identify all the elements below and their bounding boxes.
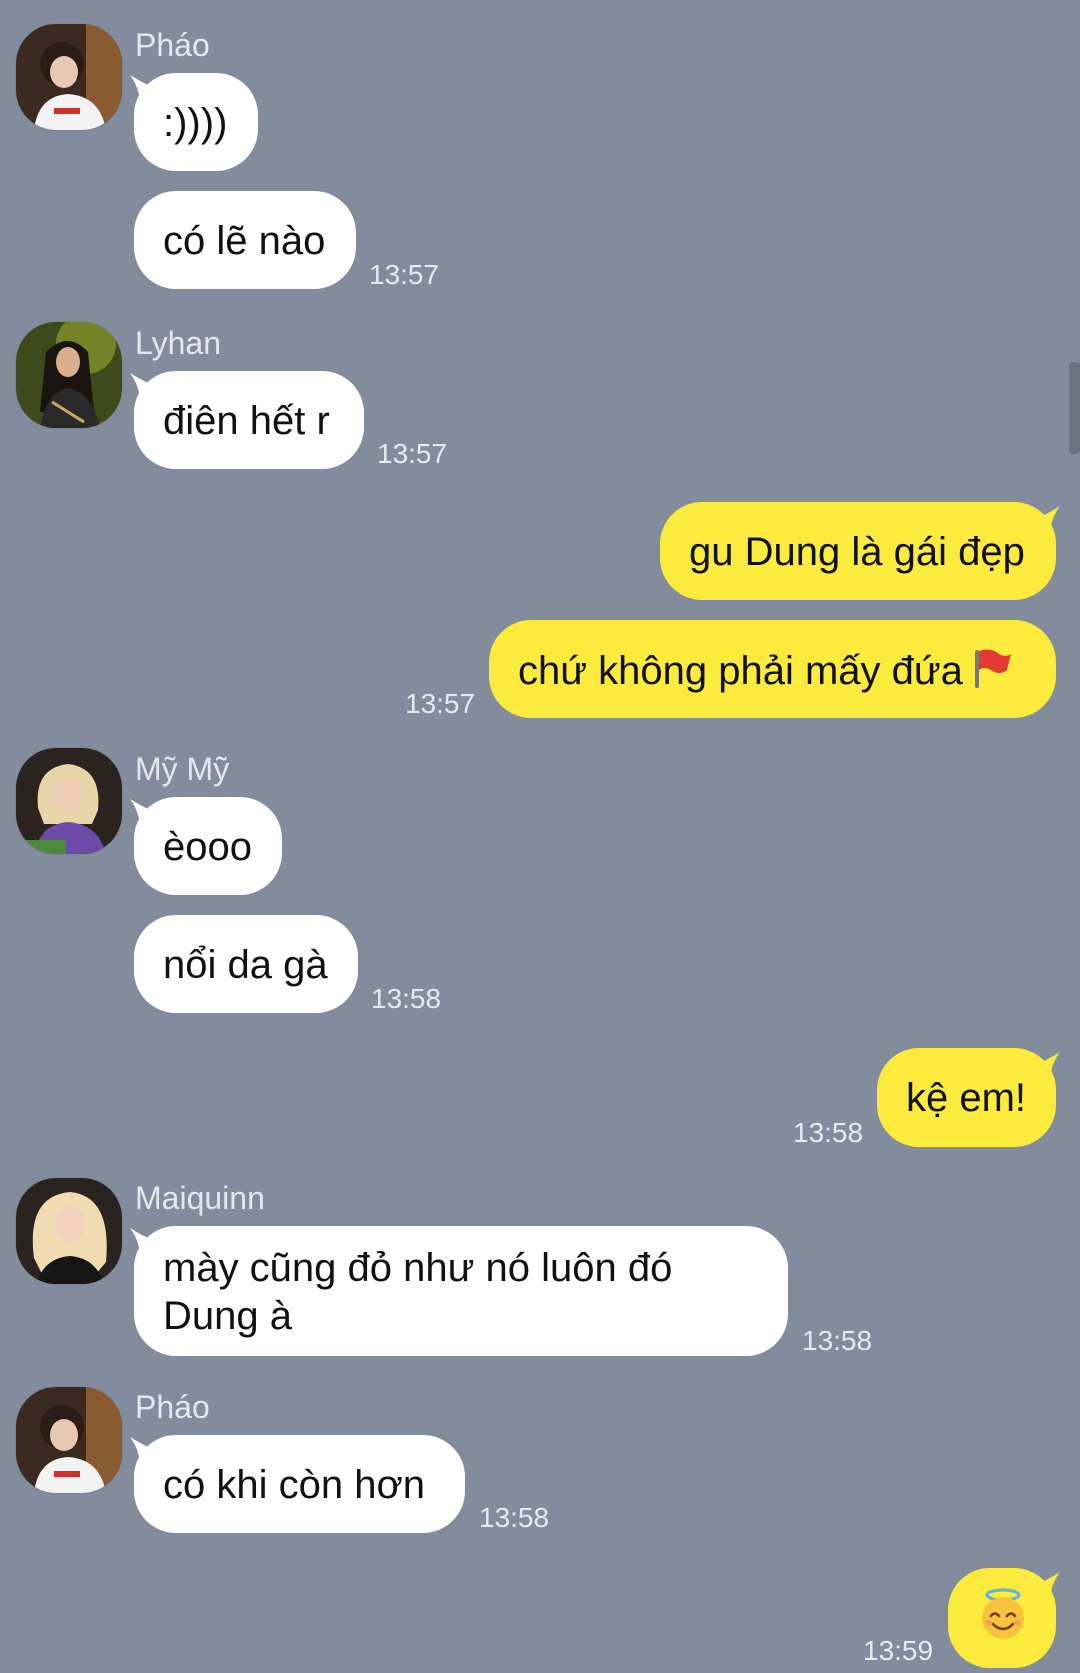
sender-name: Lyhan xyxy=(135,325,221,361)
message-timestamp: 13:58 xyxy=(793,1117,864,1148)
chat-message-list[interactable]: Pháo :)))) có lẽ nào 13:57 Lyhan điên hế… xyxy=(0,0,1080,1673)
message-text: nổi da gà xyxy=(163,943,328,987)
message-text-wrap: chứ không phải mấy đứa xyxy=(518,646,1013,695)
message-bubble[interactable]: có khi còn hơn xyxy=(134,1435,465,1533)
message-bubble[interactable]: èooo xyxy=(134,797,282,895)
message-bubble[interactable]: mày cũng đỏ như nó luôn đó Dung à xyxy=(134,1226,788,1356)
message-bubble[interactable]: điên hết r xyxy=(134,371,364,469)
message-text: gu Dung là gái đẹp xyxy=(689,530,1025,574)
message-timestamp: 13:57 xyxy=(405,688,476,719)
message-timestamp: 13:59 xyxy=(863,1635,934,1666)
message-bubble[interactable]: gu Dung là gái đẹp xyxy=(660,502,1056,600)
sender-name: Mỹ Mỹ xyxy=(135,751,230,787)
message-text: :)))) xyxy=(163,101,228,145)
message-text: chứ không phải mấy đứa xyxy=(518,649,963,693)
message-text: mày cũng đỏ như nó luôn đó Dung à xyxy=(163,1246,673,1338)
scrollbar-thumb[interactable] xyxy=(1069,362,1080,454)
message-text: có lẽ nào xyxy=(163,219,326,263)
sender-name: Pháo xyxy=(135,27,210,63)
message-text: điên hết r xyxy=(163,399,330,443)
message-bubble[interactable]: có lẽ nào xyxy=(134,191,356,289)
avatar-lyhan[interactable] xyxy=(16,322,122,428)
message-timestamp: 13:57 xyxy=(377,438,448,469)
message-timestamp: 13:57 xyxy=(369,259,440,290)
sender-name: Maiquinn xyxy=(135,1180,265,1216)
avatar-phao[interactable] xyxy=(16,24,122,130)
avatar-my-my[interactable] xyxy=(16,748,122,854)
message-timestamp: 13:58 xyxy=(802,1325,873,1356)
avatar-phao[interactable] xyxy=(16,1387,122,1493)
avatar-maiquinn[interactable] xyxy=(16,1178,122,1284)
message-bubble[interactable]: :)))) xyxy=(134,73,258,171)
message-timestamp: 13:58 xyxy=(371,983,442,1014)
message-text: có khi còn hơn xyxy=(163,1463,425,1507)
message-timestamp: 13:58 xyxy=(479,1502,550,1533)
message-text: èooo xyxy=(163,825,252,869)
message-bubble[interactable]: kệ em! xyxy=(877,1048,1056,1147)
sender-name: Pháo xyxy=(135,1389,210,1425)
message-bubble[interactable]: nổi da gà xyxy=(134,915,358,1013)
red-flag-icon xyxy=(974,649,1011,688)
message-bubble[interactable] xyxy=(948,1568,1056,1668)
message-bubble[interactable]: chứ không phải mấy đứa xyxy=(489,620,1056,718)
message-text: kệ em! xyxy=(906,1076,1027,1120)
smiling-face-with-halo-icon xyxy=(982,1588,1024,1639)
